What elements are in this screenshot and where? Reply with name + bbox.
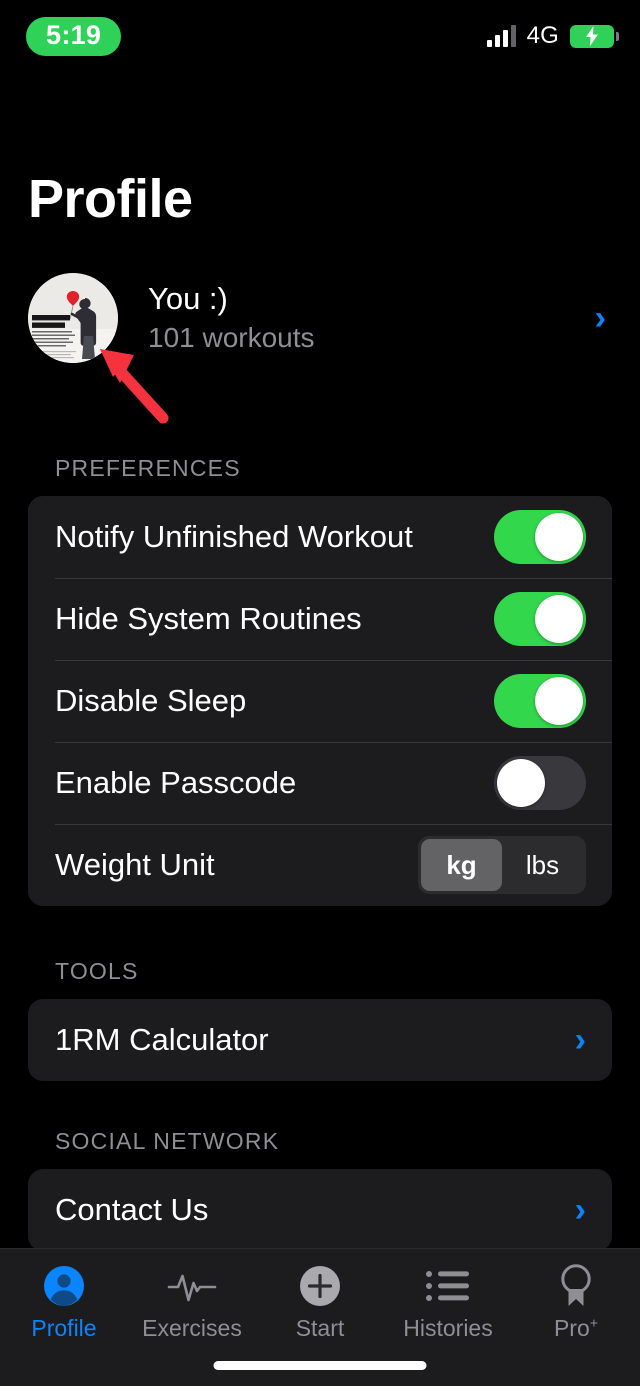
section-header-preferences: PREFERENCES [55, 455, 241, 481]
bulleted-list-icon [425, 1263, 471, 1309]
toggle-disable-sleep[interactable] [494, 674, 586, 728]
avatar[interactable] [28, 273, 118, 363]
toggle-notify-unfinished-workout[interactable] [494, 510, 586, 564]
profile-workout-count: 101 workouts [148, 321, 315, 353]
tab-label-profile: Profile [31, 1315, 97, 1341]
row-label: Notify Unfinished Workout [55, 519, 413, 554]
tab-label-exercises: Exercises [142, 1315, 242, 1341]
tab-histories[interactable]: Histories [384, 1263, 512, 1342]
tab-profile[interactable]: Profile [0, 1263, 128, 1342]
segmented-weight-unit[interactable]: kg lbs [418, 836, 586, 894]
tab-exercises[interactable]: Exercises [128, 1263, 256, 1342]
row-label: Weight Unit [55, 847, 215, 882]
profile-screen: 5:19 4G Profile You:) 101 workouts › PR… [0, 0, 640, 1386]
tab-start[interactable]: Start [256, 1263, 384, 1342]
chevron-right-icon[interactable]: › [595, 301, 612, 335]
row-label: Hide System Routines [55, 601, 362, 636]
section-social-network: SOCIAL NETWORK Contact Us › [0, 1128, 640, 1251]
social-network-card: Contact Us › [28, 1169, 612, 1251]
pulse-waveform-icon [167, 1263, 217, 1309]
chevron-right-icon: › [574, 1021, 586, 1059]
tab-label-pro: Pro+ [553, 1315, 599, 1341]
row-label: Enable Passcode [55, 765, 297, 800]
tools-card: 1RM Calculator › [28, 999, 612, 1081]
toggle-enable-passcode[interactable] [494, 756, 586, 810]
row-notify-unfinished-workout[interactable]: Notify Unfinished Workout [28, 496, 612, 578]
status-indicators: 4G [486, 22, 619, 50]
status-bar: 5:19 4G [0, 0, 640, 72]
row-label: Disable Sleep [55, 683, 247, 718]
preferences-card: Notify Unfinished Workout Hide System Ro… [28, 496, 612, 906]
section-tools: TOOLS 1RM Calculator › [0, 958, 640, 1081]
person-circle-icon [42, 1263, 86, 1309]
row-1rm-calculator[interactable]: 1RM Calculator › [28, 999, 612, 1081]
profile-account-row[interactable]: You :) 101 workouts › [28, 272, 612, 364]
section-header-social-network: SOCIAL NETWORK [55, 1128, 280, 1154]
status-time: 5:19 [26, 16, 122, 56]
tab-label-start: Start [295, 1315, 345, 1341]
section-header-tools: TOOLS [55, 958, 139, 984]
tab-label-histories: Histories [403, 1315, 493, 1341]
row-hide-system-routines[interactable]: Hide System Routines [28, 578, 612, 660]
tab-pro[interactable]: Pro+ [512, 1263, 640, 1342]
page-title: Profile [28, 169, 193, 229]
tab-bar: Profile Exercises Start Histories Pro+ [0, 1248, 640, 1386]
battery-charging-icon [570, 24, 619, 48]
toggle-hide-system-routines[interactable] [494, 592, 586, 646]
segment-kg[interactable]: kg [421, 839, 502, 891]
row-enable-passcode[interactable]: Enable Passcode [28, 742, 612, 824]
row-weight-unit[interactable]: Weight Unit kg lbs [28, 824, 612, 906]
plus-circle-icon [298, 1263, 342, 1309]
row-contact-us[interactable]: Contact Us › [28, 1169, 612, 1251]
network-type-label: 4G [526, 22, 559, 49]
section-preferences: PREFERENCES Notify Unfinished Workout Hi… [0, 455, 640, 906]
row-label: 1RM Calculator [55, 1022, 269, 1057]
home-indicator [213, 1361, 427, 1370]
chevron-right-icon: › [574, 1191, 586, 1229]
profile-name: You :) [148, 280, 228, 316]
profile-text-block: You :) 101 workouts [148, 280, 315, 356]
row-label: Contact Us [55, 1192, 209, 1227]
signal-bars-icon [486, 25, 516, 47]
segment-lbs[interactable]: lbs [502, 839, 583, 891]
row-disable-sleep[interactable]: Disable Sleep [28, 660, 612, 742]
award-medal-icon [556, 1263, 596, 1309]
